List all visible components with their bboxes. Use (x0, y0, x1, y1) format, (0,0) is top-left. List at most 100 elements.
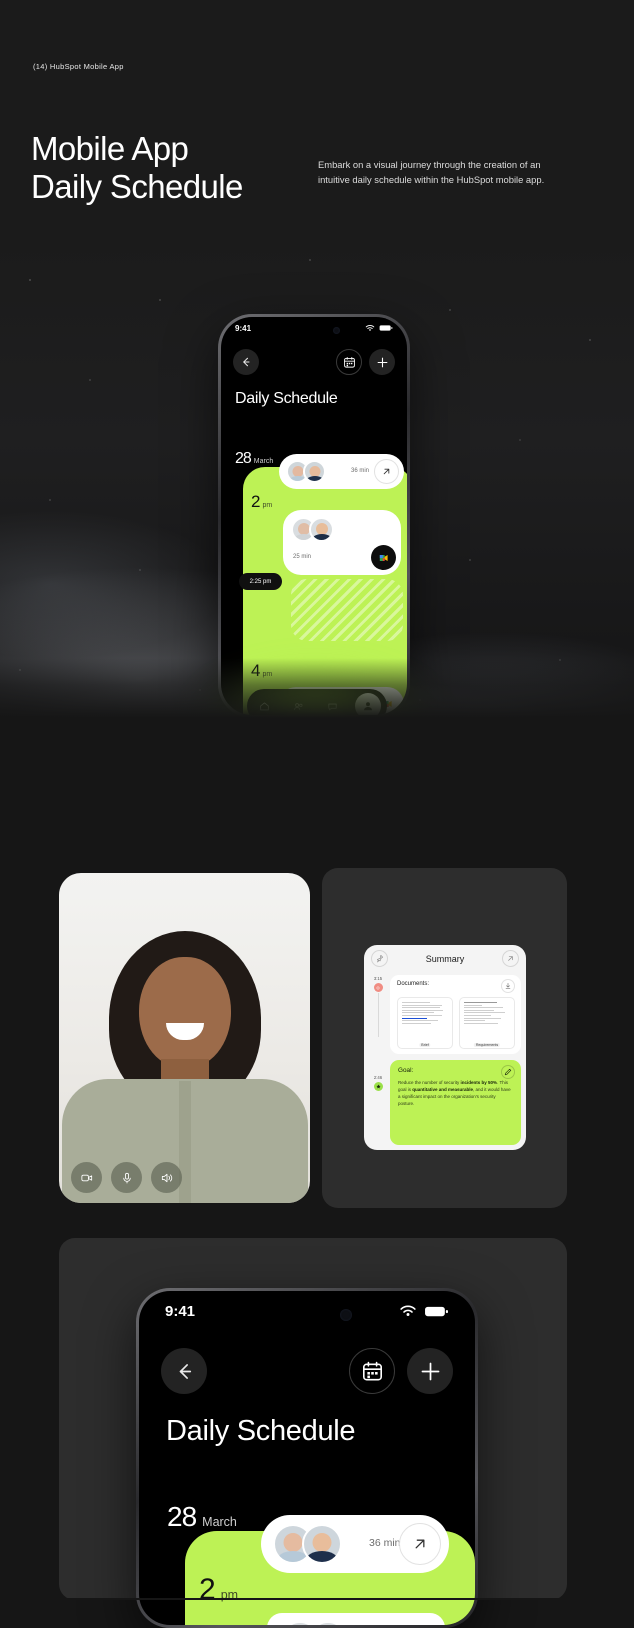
document-caption: Requirements (473, 1043, 501, 1047)
microphone-toggle-button[interactable] (111, 1162, 142, 1193)
dynamic-island (251, 1300, 363, 1330)
date-day: 28 (235, 450, 252, 467)
hero-fade-overlay (0, 658, 634, 718)
summary-title: Summary (425, 953, 465, 964)
goal-edit-button[interactable] (501, 1065, 515, 1079)
video-camera-icon (80, 1174, 92, 1181)
back-button[interactable] (233, 349, 259, 375)
document-caption: Brief (419, 1043, 431, 1047)
pin-button[interactable] (371, 950, 388, 967)
record-icon (376, 986, 380, 989)
phone-toolbar (139, 1348, 475, 1394)
pin-icon (377, 954, 384, 963)
calendar-button[interactable] (349, 1348, 395, 1394)
avatar (303, 460, 326, 483)
battery-icon (425, 1306, 448, 1316)
avatar-head (283, 1533, 303, 1552)
avatar (302, 1524, 342, 1564)
screen-title: Daily Schedule (166, 1415, 356, 1447)
wifi-icon (365, 325, 375, 331)
event-card[interactable]: 36 min (279, 454, 404, 489)
arrow-left-icon (243, 357, 250, 367)
current-time-pill: 2:25 pm (239, 573, 282, 590)
summary-panel: Summary 3:15 2:46 Documents: Brief Requi… (322, 868, 567, 1208)
speaker-toggle-button[interactable] (151, 1162, 182, 1193)
participant-face (138, 957, 231, 1069)
event-open-button[interactable] (399, 1523, 441, 1565)
goal-heading: Goal: (398, 1067, 414, 1074)
arrow-up-right-icon (415, 1539, 425, 1549)
status-indicators (365, 324, 393, 332)
goal-section: Goal: Reduce the number of security inci… (390, 1060, 521, 1145)
camera-lens-icon (333, 327, 340, 334)
mid-section: Summary 3:15 2:46 Documents: Brief Requi… (0, 718, 634, 1238)
event-duration: 36 min (351, 468, 370, 474)
expand-icon (508, 956, 513, 961)
add-button[interactable] (369, 349, 395, 375)
expand-button[interactable] (501, 950, 519, 967)
document-thumbnails: Brief Requirements (397, 997, 515, 1049)
event-duration: 25 min (293, 554, 312, 560)
documents-heading: Documents: (397, 981, 430, 987)
download-icon (505, 983, 511, 989)
hour-number: 2 (199, 1573, 216, 1606)
date-label: 28 March (235, 450, 273, 468)
phone-mockup-bottom: 9:41 Daily Schedule 28 March 36 min 2 pm (136, 1288, 478, 1628)
status-time: 9:41 (165, 1302, 196, 1320)
add-button[interactable] (407, 1348, 453, 1394)
eyebrow-label: (14) HubSpot Mobile App (33, 62, 124, 71)
avatar-group (291, 517, 334, 542)
event-open-button[interactable] (374, 459, 399, 484)
hero-description: Embark on a visual journey through the c… (318, 159, 545, 185)
documents-section: Documents: Brief Requirements (390, 975, 521, 1054)
timeline-marker-star[interactable] (373, 1082, 383, 1091)
avatar-group (281, 1621, 347, 1625)
arrow-left-icon (179, 1363, 191, 1379)
calendar-button[interactable] (336, 349, 362, 375)
event-card[interactable]: 25 min (283, 510, 401, 575)
video-call-controls (71, 1162, 182, 1193)
camera-toggle-button[interactable] (71, 1162, 102, 1193)
summary-header: Summary (364, 945, 526, 972)
pencil-icon (504, 1068, 512, 1076)
video-call-card[interactable] (59, 873, 310, 1203)
camera-lens-icon (340, 1309, 352, 1321)
hero-section: (14) HubSpot Mobile App Mobile App Daily… (0, 0, 634, 718)
avatar-group (286, 460, 326, 483)
summary-body: 3:15 2:46 Documents: Brief Requirements … (364, 972, 526, 1150)
date-month: March (202, 1515, 237, 1529)
avatar-head (312, 1533, 332, 1552)
meet-button[interactable] (371, 545, 396, 570)
page-title: Mobile App Daily Schedule (31, 130, 243, 206)
avatar (309, 1621, 347, 1625)
battery-icon (379, 325, 393, 331)
status-time: 9:41 (235, 323, 252, 333)
bottom-section: 9:41 Daily Schedule 28 March 36 min 2 pm (0, 1238, 634, 1628)
avatar (309, 517, 334, 542)
wifi-icon (400, 1305, 416, 1316)
phone-screen: 9:41 (139, 1291, 475, 1625)
phone-toolbar (221, 349, 407, 375)
event-duration: 36 min (369, 1537, 401, 1549)
dynamic-island (282, 322, 346, 339)
avatar-body (305, 476, 324, 481)
participant-video (59, 873, 310, 1203)
date-day: 28 (167, 1501, 197, 1532)
document-thumbnail[interactable]: Brief (397, 997, 453, 1049)
phone-screen: 9:41 (221, 317, 407, 715)
event-card[interactable] (267, 1613, 445, 1625)
document-thumbnail[interactable]: Requirements (459, 997, 515, 1049)
hour-number: 2 (251, 492, 261, 511)
hour-label: 2 pm (251, 492, 272, 512)
timeline-marker-record[interactable] (373, 983, 383, 992)
timeline-rail: 3:15 2:46 (368, 976, 388, 1146)
plus-icon (421, 1362, 439, 1380)
download-button[interactable] (501, 979, 515, 993)
meet-icon (379, 554, 388, 561)
speaker-icon (161, 1173, 172, 1182)
calendar-icon (362, 1361, 382, 1380)
screen-title: Daily Schedule (235, 390, 338, 407)
back-button[interactable] (161, 1348, 207, 1394)
timeline-time: 3:15 (373, 976, 383, 981)
event-card[interactable]: 36 min (261, 1515, 449, 1573)
